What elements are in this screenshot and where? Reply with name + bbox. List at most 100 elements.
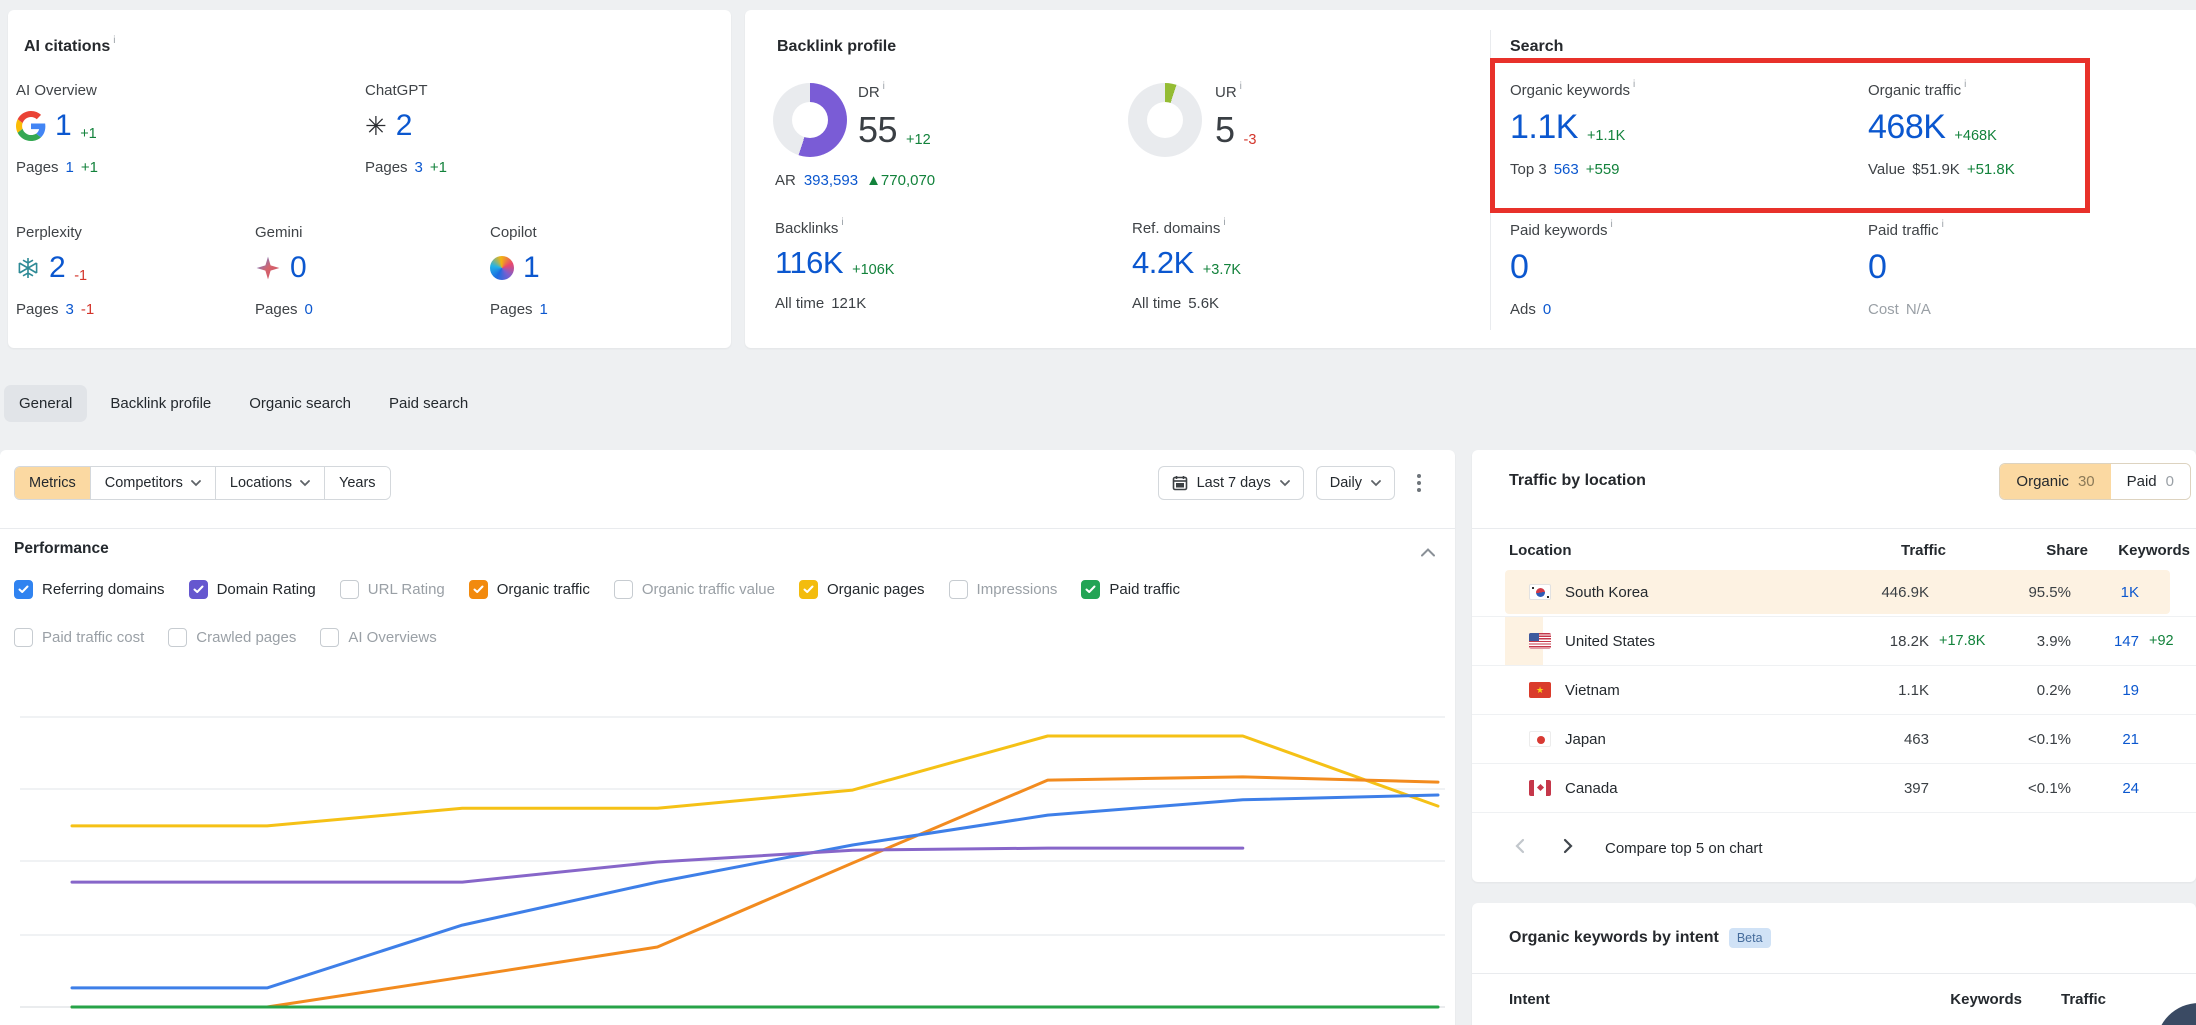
checkbox-url-rating[interactable]: URL Rating (340, 580, 445, 599)
toggle-organic[interactable]: Organic30 (2000, 464, 2110, 499)
table-row-united-states[interactable]: United States 18.2K +17.8K 3.9% 147 +92 (1472, 617, 2196, 666)
checkbox-crawled-pages[interactable]: Crawled pages (168, 628, 296, 647)
metric-paid-traffic: Paid traffic 0 Cost N/A (1868, 222, 1944, 318)
south-korea-flag-icon (1529, 584, 1551, 600)
united-states-flag-icon (1529, 633, 1551, 649)
competitors-button[interactable]: Competitors (91, 467, 216, 499)
japan-flag-icon (1529, 731, 1551, 747)
performance-title: Performance (14, 540, 109, 558)
keywords-link[interactable]: 24 (2071, 780, 2139, 797)
tab-organic-search[interactable]: Organic search (234, 385, 366, 422)
perplexity-count[interactable]: 2 (49, 251, 65, 285)
info-icon[interactable] (1240, 81, 1242, 92)
granularity-button[interactable]: Daily (1316, 466, 1395, 500)
organic-traffic-value[interactable]: 468K (1868, 108, 1945, 147)
info-icon[interactable] (1611, 219, 1613, 230)
years-button[interactable]: Years (325, 467, 390, 499)
keywords-by-intent-card: Organic keywords by intent Beta Intent K… (1472, 903, 2196, 1025)
traffic-by-location-title: Traffic by location (1509, 472, 1646, 490)
tab-general[interactable]: General (4, 385, 87, 422)
divider (1472, 973, 2196, 974)
checkbox-organic-traffic-value[interactable]: Organic traffic value (614, 580, 775, 599)
metrics-button[interactable]: Metrics (15, 467, 91, 499)
metric-ur: UR 5 -3 (1215, 84, 1256, 151)
tab-backlink-profile[interactable]: Backlink profile (95, 385, 226, 422)
keywords-link[interactable]: 147 (2071, 633, 2139, 650)
info-icon[interactable] (1964, 79, 1966, 90)
locations-button[interactable]: Locations (216, 467, 325, 499)
performance-chart[interactable]: 27 Jan28 Jan29 Jan30 Jan31 Jan1 Feb2 Feb… (0, 660, 1455, 1025)
info-icon[interactable] (841, 217, 843, 228)
keywords-link[interactable]: 21 (2071, 731, 2139, 748)
metric-chatgpt: ChatGPT ✳ 2 Pages 3 +1 (365, 82, 447, 176)
calendar-icon (1172, 475, 1188, 491)
paid-keywords-value[interactable]: 0 (1510, 248, 1528, 287)
ar-value[interactable]: 393,593 (804, 172, 858, 189)
info-icon[interactable] (1633, 79, 1635, 90)
pages-count[interactable]: 3 (66, 301, 74, 318)
openai-icon: ✳ (365, 113, 387, 139)
keywords-link[interactable]: 1K (2071, 584, 2139, 601)
vietnam-flag-icon: ★ (1529, 682, 1551, 698)
tab-paid-search[interactable]: Paid search (374, 385, 483, 422)
gemini-count[interactable]: 0 (290, 251, 306, 285)
metric-organic-traffic: Organic traffic 468K +468K Value $51.9K … (1868, 82, 2015, 178)
chatgpt-count[interactable]: 2 (396, 109, 412, 143)
checkbox-ai-overviews[interactable]: AI Overviews (320, 628, 436, 647)
ref-domains-value[interactable]: 4.2K (1132, 245, 1194, 281)
google-icon (16, 111, 46, 141)
ur-value: 5 (1215, 109, 1235, 151)
ai-citations-title: AI citations (24, 38, 110, 55)
backlink-search-card: Backlink profile DR 55 +12 AR 393,593 ▲7… (745, 10, 2196, 348)
checkbox-referring-domains[interactable]: Referring domains (14, 580, 165, 599)
organic-keywords-value[interactable]: 1.1K (1510, 108, 1578, 147)
top3-value[interactable]: 563 (1554, 161, 1579, 178)
panel-divider (1490, 30, 1491, 330)
info-icon[interactable] (1223, 217, 1225, 228)
checkbox-impressions[interactable]: Impressions (949, 580, 1058, 599)
more-options-icon[interactable] (1407, 468, 1431, 498)
chevron-down-icon (1280, 480, 1290, 487)
ai-overview-count[interactable]: 1 (55, 109, 71, 143)
pages-count[interactable]: 0 (305, 301, 313, 318)
filter-segments: Metrics Competitors Locations Years (14, 466, 391, 500)
pages-count[interactable]: 1 (540, 301, 548, 318)
pages-count[interactable]: 1 (66, 159, 74, 176)
dr-value: 55 (858, 109, 897, 151)
checkbox-domain-rating[interactable]: Domain Rating (189, 580, 316, 599)
next-page-icon[interactable] (1557, 832, 1579, 865)
toggle-paid[interactable]: Paid0 (2111, 464, 2190, 499)
checkbox-organic-pages[interactable]: Organic pages (799, 580, 925, 599)
chevron-down-icon (300, 480, 310, 487)
divider (0, 528, 1455, 529)
metric-copilot: Copilot 1 Pages 1 (490, 224, 548, 318)
collapse-section-icon[interactable] (1421, 544, 1435, 562)
table-row-south-korea[interactable]: South Korea 446.9K 95.5% 1K (1472, 568, 2196, 617)
traffic-by-location-card: Traffic by location Organic30 Paid0 Loca… (1472, 450, 2196, 882)
chevron-down-icon (1371, 480, 1381, 487)
metric-perplexity: Perplexity 2 -1 Pages 3 -1 (16, 224, 94, 318)
table-row-vietnam[interactable]: ★ Vietnam 1.1K 0.2% 19 (1472, 666, 2196, 715)
checkbox-paid-traffic-cost[interactable]: Paid traffic cost (14, 628, 144, 647)
date-range-button[interactable]: Last 7 days (1158, 466, 1304, 500)
prev-page-icon[interactable] (1509, 832, 1531, 865)
metric-ref-domains: Ref. domains 4.2K +3.7K All time 5.6K (1132, 220, 1241, 312)
beta-badge: Beta (1729, 928, 1771, 948)
keywords-link[interactable]: 19 (2071, 682, 2139, 699)
checkbox-paid-traffic[interactable]: Paid traffic (1081, 580, 1180, 599)
ads-value[interactable]: 0 (1543, 301, 1551, 318)
info-icon[interactable] (883, 81, 885, 92)
keywords-by-intent-title: Organic keywords by intent (1509, 929, 1719, 947)
info-icon[interactable] (113, 35, 115, 46)
paid-traffic-value[interactable]: 0 (1868, 248, 1886, 287)
pages-count[interactable]: 3 (415, 159, 423, 176)
info-icon[interactable] (1942, 219, 1944, 230)
canada-flag-icon (1529, 780, 1551, 796)
checkbox-organic-traffic[interactable]: Organic traffic (469, 580, 590, 599)
backlinks-value[interactable]: 116K (775, 245, 843, 281)
table-row-japan[interactable]: Japan 463 <0.1% 21 (1472, 715, 2196, 764)
ur-donut (1128, 83, 1202, 157)
copilot-count[interactable]: 1 (523, 251, 539, 285)
intent-table-header: Intent Keywords Traffic (1472, 983, 2196, 1015)
table-row-canada[interactable]: Canada 397 <0.1% 24 (1472, 764, 2196, 813)
